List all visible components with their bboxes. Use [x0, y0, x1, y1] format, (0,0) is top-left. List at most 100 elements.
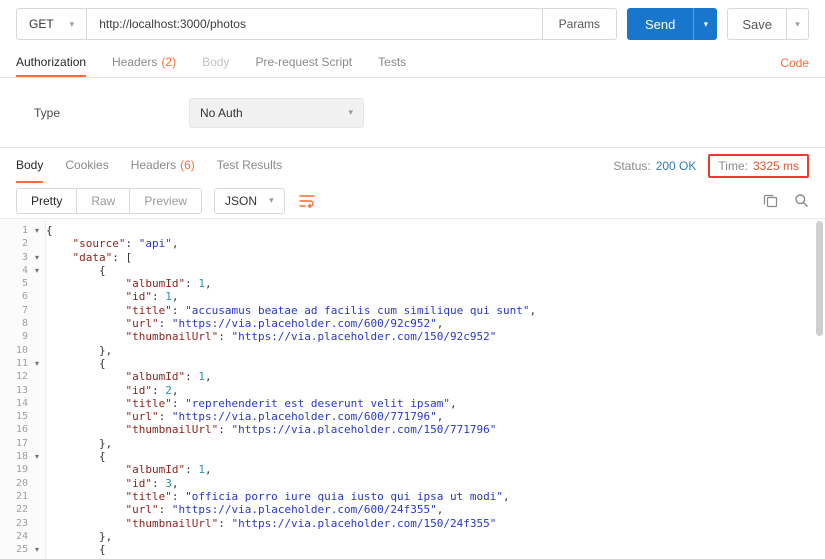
toolbar-right-icons — [763, 193, 809, 208]
tab-body[interactable]: Body — [202, 48, 229, 77]
line-number: 19 — [0, 463, 28, 476]
fold-spacer — [28, 530, 46, 543]
code-text: { — [46, 264, 106, 277]
line-number: 21 — [0, 490, 28, 503]
time-highlight-box: Time: 3325 ms — [708, 154, 809, 178]
line-number: 1 — [0, 224, 28, 237]
tab-headers[interactable]: Headers (2) — [112, 48, 176, 77]
fold-caret-icon[interactable]: ▾ — [28, 543, 46, 556]
scrollbar-thumb[interactable] — [816, 221, 823, 336]
view-raw-button[interactable]: Raw — [77, 189, 130, 213]
tab-count: (2) — [161, 55, 176, 69]
save-button-group: Save ▾ — [727, 8, 809, 40]
url-group: GET ▾ Params — [16, 8, 617, 40]
code-line: 20 "id": 3, — [0, 477, 825, 490]
tab-test-results[interactable]: Test Results — [217, 148, 282, 183]
search-icon[interactable] — [794, 193, 809, 208]
line-number: 9 — [0, 330, 28, 343]
code-text: }, — [46, 530, 112, 543]
format-select[interactable]: JSON ▾ — [214, 188, 285, 214]
chevron-down-icon: ▾ — [269, 196, 274, 205]
code-line: 4▾ { — [0, 264, 825, 277]
line-number: 14 — [0, 397, 28, 410]
chevron-down-icon: ▾ — [704, 20, 709, 29]
response-tabs: Body Cookies Headers (6) Test Results St… — [0, 148, 825, 183]
code-line: 10 }, — [0, 344, 825, 357]
code-line: 13 "id": 2, — [0, 384, 825, 397]
copy-icon[interactable] — [763, 193, 778, 208]
tab-pre-request-script[interactable]: Pre-request Script — [255, 48, 352, 77]
save-button[interactable]: Save — [728, 9, 786, 39]
method-label: GET — [29, 17, 54, 31]
line-number: 25 — [0, 543, 28, 556]
fold-caret-icon[interactable]: ▾ — [28, 224, 46, 237]
code-text: "id": 3, — [46, 477, 178, 490]
code-text: "id": 2, — [46, 384, 178, 397]
tab-tests[interactable]: Tests — [378, 48, 406, 77]
code-line: 17 }, — [0, 437, 825, 450]
code-line: 8 "url": "https://via.placeholder.com/60… — [0, 317, 825, 330]
tab-label: Body — [16, 158, 43, 172]
view-pretty-button[interactable]: Pretty — [17, 189, 77, 213]
fold-caret-icon[interactable]: ▾ — [28, 264, 46, 277]
wrap-text-icon[interactable] — [299, 194, 315, 208]
fold-spacer — [28, 503, 46, 516]
code-line: 15 "url": "https://via.placeholder.com/6… — [0, 410, 825, 423]
fold-spacer — [28, 463, 46, 476]
chevron-down-icon: ▾ — [70, 20, 75, 29]
save-options-button[interactable]: ▾ — [786, 9, 808, 39]
fold-caret-icon[interactable]: ▾ — [28, 357, 46, 370]
tab-label: Tests — [378, 55, 406, 69]
fold-caret-icon[interactable]: ▾ — [28, 251, 46, 264]
code-line: 23 "thumbnailUrl": "https://via.placehol… — [0, 517, 825, 530]
code-text: "url": "https://via.placeholder.com/600/… — [46, 410, 443, 423]
method-select[interactable]: GET ▾ — [17, 9, 87, 39]
request-bar: GET ▾ Params Send ▾ Save ▾ — [0, 0, 825, 48]
fold-spacer — [28, 317, 46, 330]
line-number: 2 — [0, 237, 28, 250]
auth-type-select[interactable]: No Auth ▾ — [189, 98, 364, 128]
fold-spacer — [28, 437, 46, 450]
status-value: 200 OK — [656, 159, 697, 173]
fold-spacer — [28, 370, 46, 383]
line-number: 3 — [0, 251, 28, 264]
time-value: 3325 ms — [753, 159, 799, 173]
view-preview-button[interactable]: Preview — [130, 189, 201, 213]
code-text: "title": "accusamus beatae ad facilis cu… — [46, 304, 536, 317]
code-text: "title": "reprehenderit est deserunt vel… — [46, 397, 457, 410]
authorization-panel: Type No Auth ▾ — [0, 78, 825, 148]
code-line: 6 "id": 1, — [0, 290, 825, 303]
line-number: 24 — [0, 530, 28, 543]
send-button[interactable]: Send — [627, 8, 693, 40]
code-line: 18▾ { — [0, 450, 825, 463]
line-number: 23 — [0, 517, 28, 530]
url-input[interactable] — [87, 9, 541, 39]
fold-spacer — [28, 277, 46, 290]
code-line: 24 }, — [0, 530, 825, 543]
postman-request-response-view: GET ▾ Params Send ▾ Save ▾ Authorization… — [0, 0, 825, 559]
params-button[interactable]: Params — [542, 9, 616, 39]
auth-type-value: No Auth — [200, 106, 243, 120]
code-text: "id": 1, — [46, 290, 178, 303]
code-text: }, — [46, 344, 112, 357]
fold-spacer — [28, 330, 46, 343]
tab-authorization[interactable]: Authorization — [16, 48, 86, 77]
tab-response-body[interactable]: Body — [16, 148, 43, 183]
code-line: 12 "albumId": 1, — [0, 370, 825, 383]
vertical-scrollbar[interactable] — [816, 221, 824, 557]
code-link[interactable]: Code — [780, 56, 809, 70]
tab-label: Authorization — [16, 55, 86, 69]
code-line: 22 "url": "https://via.placeholder.com/6… — [0, 503, 825, 516]
tab-count: (6) — [180, 158, 195, 172]
tab-response-headers[interactable]: Headers (6) — [131, 148, 195, 183]
response-body-editor[interactable]: 1▾{2 "source": "api",3▾ "data": [4▾ {5 "… — [0, 219, 825, 559]
tab-cookies[interactable]: Cookies — [65, 148, 108, 183]
code-text: "albumId": 1, — [46, 463, 212, 476]
fold-caret-icon[interactable]: ▾ — [28, 450, 46, 463]
line-number: 6 — [0, 290, 28, 303]
code-line: 25▾ { — [0, 543, 825, 556]
code-text: "albumId": 1, — [46, 277, 212, 290]
code-line: 16 "thumbnailUrl": "https://via.placehol… — [0, 423, 825, 436]
send-options-button[interactable]: ▾ — [693, 8, 717, 40]
code-text: "url": "https://via.placeholder.com/600/… — [46, 317, 443, 330]
